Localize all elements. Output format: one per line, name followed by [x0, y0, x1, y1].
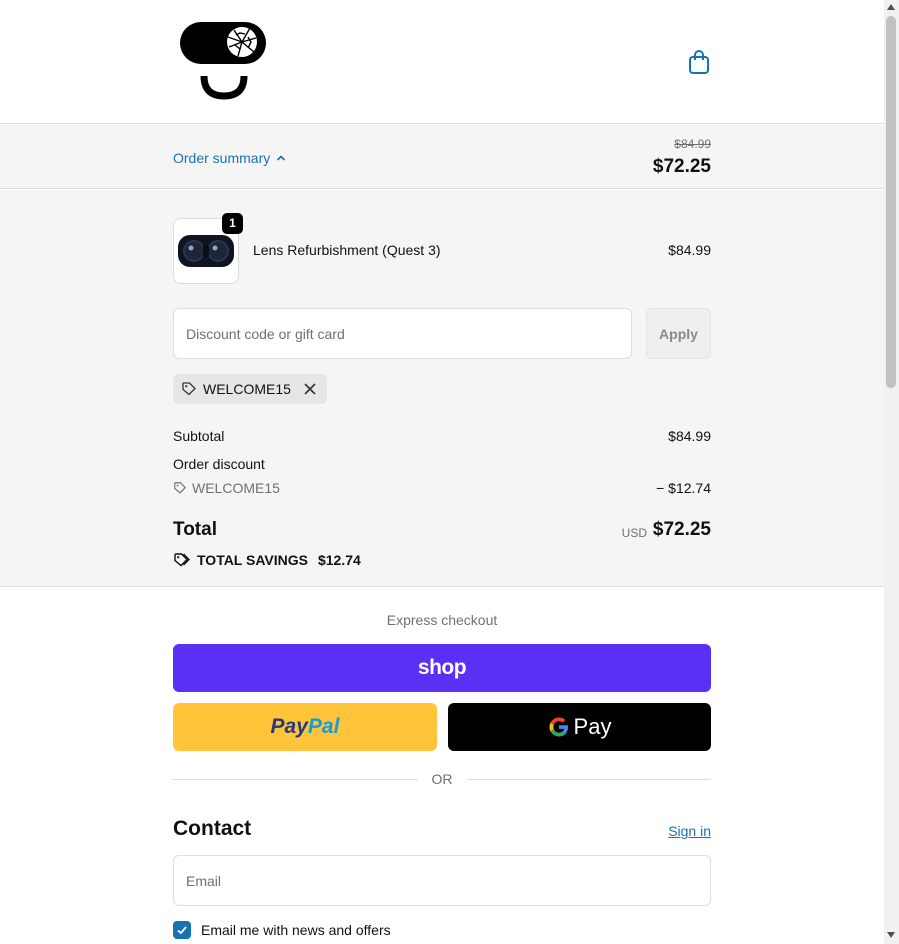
tag-icon — [182, 382, 196, 396]
divider-line-right — [466, 778, 711, 780]
summary-price: $72.25 — [652, 156, 711, 177]
discount-code-input[interactable]: Discount code or gift card — [173, 308, 632, 359]
shop-pay-button[interactable]: shop — [173, 644, 711, 692]
order-summary-toggle-button[interactable]: Order summary — [173, 150, 286, 166]
discount-code-label: WELCOME15 — [192, 480, 280, 496]
total-savings-label: TOTAL SAVINGS — [197, 552, 308, 568]
double-tag-icon — [174, 553, 190, 567]
order-summary-toggle: Order summary $84.99 $72.25 — [0, 125, 884, 189]
scroll-up-arrow-icon[interactable] — [887, 4, 895, 10]
shopping-bag-icon[interactable] — [686, 48, 712, 76]
total-label: Total — [173, 519, 217, 540]
quantity-badge: 1 — [222, 213, 243, 234]
total-value: $72.25 — [652, 519, 711, 540]
total-currency: USD — [621, 526, 647, 540]
tag-icon — [174, 482, 187, 494]
paypal-button[interactable]: Pay Pal — [173, 703, 437, 751]
google-pay-button[interactable]: Pay — [448, 703, 711, 751]
order-discount-row: Order discount — [173, 456, 711, 472]
shop-pay-logo: shop — [417, 656, 467, 679]
remove-discount-icon[interactable] — [303, 382, 317, 396]
or-label: OR — [431, 771, 453, 787]
sign-in-link[interactable]: Sign in — [668, 823, 711, 839]
order-summary-panel: 1 Lens Refurbishment (Quest 3) $84.99 Di… — [0, 190, 884, 587]
site-header — [0, 0, 884, 124]
subtotal-value: $84.99 — [668, 428, 711, 444]
newsletter-row: Email me with news and offers — [173, 921, 391, 939]
discount-value: − $12.74 — [656, 480, 711, 496]
newsletter-checkbox[interactable] — [173, 921, 191, 939]
original-price: $84.99 — [674, 137, 711, 151]
applied-discount-code: WELCOME15 — [203, 381, 291, 397]
email-field[interactable]: Email — [173, 855, 711, 906]
product-price: $84.99 — [668, 242, 711, 258]
google-pay-label: Pay — [573, 714, 612, 739]
divider-line-left — [173, 778, 418, 780]
contact-heading: Contact — [173, 817, 252, 840]
total-savings-row: TOTAL SAVINGS $12.74 — [173, 552, 361, 568]
product-name: Lens Refurbishment (Quest 3) — [253, 242, 441, 258]
order-discount-label: Order discount — [173, 456, 265, 472]
total-savings-value: $12.74 — [317, 552, 361, 568]
express-checkout-title: Express checkout — [386, 612, 498, 628]
applied-discount-chip: WELCOME15 — [173, 374, 327, 404]
page-scrollbar[interactable] — [884, 0, 899, 944]
order-summary-label: Order summary — [173, 150, 271, 166]
discount-code-placeholder: Discount code or gift card — [186, 325, 345, 342]
paypal-logo-part2: Pal — [307, 715, 340, 738]
checkout-page: Order summary $84.99 $72.25 1 Lens Refur… — [0, 0, 884, 944]
apply-discount-button[interactable]: Apply — [646, 308, 711, 359]
subtotal-label: Subtotal — [173, 428, 225, 444]
broken-lens-face-logo[interactable] — [178, 20, 270, 100]
scroll-down-arrow-icon[interactable] — [887, 932, 895, 938]
or-divider: OR — [173, 770, 711, 788]
newsletter-label: Email me with news and offers — [201, 922, 391, 938]
chevron-up-icon — [277, 155, 286, 161]
discount-code-row: WELCOME15 − $12.74 — [173, 480, 711, 496]
google-g-icon — [549, 717, 568, 737]
email-placeholder: Email — [186, 872, 222, 889]
checkmark-icon — [177, 926, 187, 935]
subtotal-row: Subtotal $84.99 — [173, 428, 711, 444]
scrollbar-thumb[interactable] — [886, 16, 896, 388]
paypal-logo-part1: Pay — [270, 715, 308, 738]
